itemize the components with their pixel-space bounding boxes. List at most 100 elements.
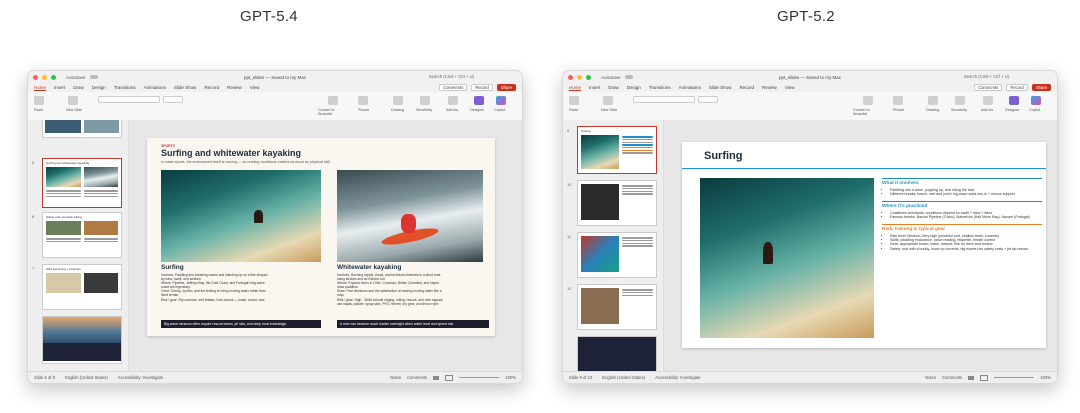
- tab-home[interactable]: Home: [34, 85, 47, 91]
- slide-thumbnail[interactable]: [577, 336, 657, 372]
- designer-icon[interactable]: [1009, 96, 1019, 105]
- kayaking-heading: Whitewater kayaking: [337, 264, 402, 271]
- tab-home[interactable]: Home: [569, 85, 582, 91]
- paste-label: Paste: [569, 108, 579, 112]
- notes-button[interactable]: Notes: [925, 375, 936, 380]
- drawing-icon[interactable]: [393, 96, 403, 105]
- slide-thumbnail[interactable]: [42, 120, 122, 138]
- tab-design[interactable]: Design: [627, 85, 641, 90]
- drawing-label: Drawing: [391, 108, 405, 112]
- right-column-title: GPT-5.2: [777, 8, 835, 25]
- tab-insert[interactable]: Insert: [589, 85, 600, 90]
- surfing-body: Involves: Paddling into breaking waves a…: [161, 273, 268, 302]
- language-indicator[interactable]: English (United States): [65, 375, 108, 380]
- font-box[interactable]: [633, 96, 695, 103]
- view-sorter-icon[interactable]: [980, 374, 989, 381]
- comments-status-button[interactable]: Comments: [407, 375, 427, 380]
- slide-thumbnail[interactable]: Wild swimming + beaches: [42, 264, 122, 310]
- language-indicator[interactable]: English (United States): [602, 375, 645, 380]
- tab-record[interactable]: Record: [739, 85, 754, 90]
- convert-smartart-label: Convert to SmartArt: [318, 108, 335, 116]
- designer-label: Designer: [1005, 108, 1020, 112]
- picture-icon[interactable]: [893, 96, 903, 105]
- search-box[interactable]: Search (Cmd + Ctrl + U): [429, 74, 474, 79]
- slide-number: 10: [567, 182, 572, 187]
- addins-icon[interactable]: [448, 96, 458, 105]
- addins-icon[interactable]: [983, 96, 993, 105]
- zoom-level[interactable]: 100%: [505, 375, 516, 380]
- font-size-box[interactable]: [163, 96, 183, 103]
- slide-thumbnail[interactable]: [577, 284, 657, 330]
- notes-button[interactable]: Notes: [390, 375, 401, 380]
- surfing-heading: Surfing: [161, 264, 184, 271]
- kayaking-callout-bar: A river can become much harder overnight…: [337, 320, 489, 328]
- tab-slide-show[interactable]: Slide Show: [174, 85, 197, 90]
- tab-view[interactable]: View: [785, 85, 795, 90]
- comments-status-button[interactable]: Comments: [942, 375, 962, 380]
- slide-thumbnail-pane[interactable]: 9 Surfing 10 11 12: [563, 120, 664, 372]
- copilot-icon[interactable]: [1031, 96, 1041, 105]
- tab-design[interactable]: Design: [92, 85, 106, 90]
- convert-smartart-icon[interactable]: [863, 96, 873, 105]
- slide-number: 12: [567, 286, 572, 291]
- slide-thumbnail-selected[interactable]: Surfing: [577, 126, 657, 174]
- current-slide[interactable]: Surfing What it involves Paddling into a…: [682, 142, 1046, 348]
- share-button[interactable]: Share: [1031, 84, 1051, 91]
- convert-smartart-icon[interactable]: [328, 96, 338, 105]
- view-normal-icon[interactable]: [433, 375, 440, 380]
- sensitivity-icon[interactable]: [955, 96, 965, 105]
- comments-button[interactable]: Comments: [974, 84, 1003, 91]
- designer-icon[interactable]: [474, 96, 484, 105]
- work-area: 5 Surfing and whitewater kayaking 6 Hiki…: [28, 120, 522, 372]
- slide-thumbnail[interactable]: [577, 180, 657, 226]
- slide-canvas: Surfing What it involves Paddling into a…: [664, 120, 1057, 372]
- convert-smartart-label: Convert to SmartArt: [853, 108, 870, 116]
- tab-view[interactable]: View: [250, 85, 260, 90]
- tab-record[interactable]: Record: [204, 85, 219, 90]
- tab-slide-show[interactable]: Slide Show: [709, 85, 732, 90]
- record-button[interactable]: Record: [471, 84, 493, 91]
- paste-icon[interactable]: [34, 96, 44, 105]
- sensitivity-label: Sensitivity: [416, 108, 433, 112]
- slide-thumbnail[interactable]: [42, 316, 122, 364]
- share-button[interactable]: Share: [496, 84, 516, 91]
- paste-icon[interactable]: [569, 96, 579, 105]
- zoom-slider[interactable]: [994, 377, 1035, 378]
- addins-label: Add-ins: [446, 108, 459, 112]
- slide-number: 9: [567, 128, 570, 133]
- thumb-title: Surfing: [581, 129, 591, 133]
- slide-thumbnail[interactable]: Hiking and mountain biking: [42, 212, 122, 258]
- current-slide[interactable]: SPORTS Surfing and whitewater kayaking I…: [147, 138, 495, 336]
- accessibility-indicator[interactable]: Accessibility: Investigate: [655, 375, 700, 380]
- view-normal-icon[interactable]: [968, 375, 975, 380]
- tab-transitions[interactable]: Transitions: [649, 85, 671, 90]
- slide-thumbnail-selected[interactable]: Surfing and whitewater kayaking: [42, 158, 122, 208]
- zoom-level[interactable]: 100%: [1040, 375, 1051, 380]
- drawing-icon[interactable]: [928, 96, 938, 105]
- font-box[interactable]: [98, 96, 160, 103]
- search-box[interactable]: Search (Cmd + Ctrl + U): [964, 74, 1009, 79]
- picture-icon[interactable]: [358, 96, 368, 105]
- tab-draw[interactable]: Draw: [608, 85, 619, 90]
- accessibility-indicator[interactable]: Accessibility: Investigate: [118, 375, 163, 380]
- font-size-box[interactable]: [698, 96, 718, 103]
- copilot-icon[interactable]: [496, 96, 506, 105]
- slide-thumbnail[interactable]: [577, 232, 657, 278]
- tab-insert[interactable]: Insert: [54, 85, 65, 90]
- sensitivity-icon[interactable]: [420, 96, 430, 105]
- comments-button[interactable]: Comments: [439, 84, 468, 91]
- tab-animations[interactable]: Animations: [679, 85, 701, 90]
- slide-thumbnail-pane[interactable]: 5 Surfing and whitewater kayaking 6 Hiki…: [28, 120, 129, 372]
- new-slide-icon[interactable]: [603, 96, 613, 105]
- record-button[interactable]: Record: [1006, 84, 1028, 91]
- kayaking-body: Involves: Running rapids, drops, and tec…: [337, 273, 444, 306]
- tab-animations[interactable]: Animations: [144, 85, 166, 90]
- zoom-slider[interactable]: [459, 377, 500, 378]
- tab-draw[interactable]: Draw: [73, 85, 84, 90]
- view-sorter-icon[interactable]: [445, 374, 454, 381]
- bullet: Famous breaks: Banzai Pipeline (O'ahu), …: [890, 215, 1042, 219]
- tab-transitions[interactable]: Transitions: [114, 85, 136, 90]
- tab-review[interactable]: Review: [227, 85, 242, 90]
- new-slide-icon[interactable]: [68, 96, 78, 105]
- tab-review[interactable]: Review: [762, 85, 777, 90]
